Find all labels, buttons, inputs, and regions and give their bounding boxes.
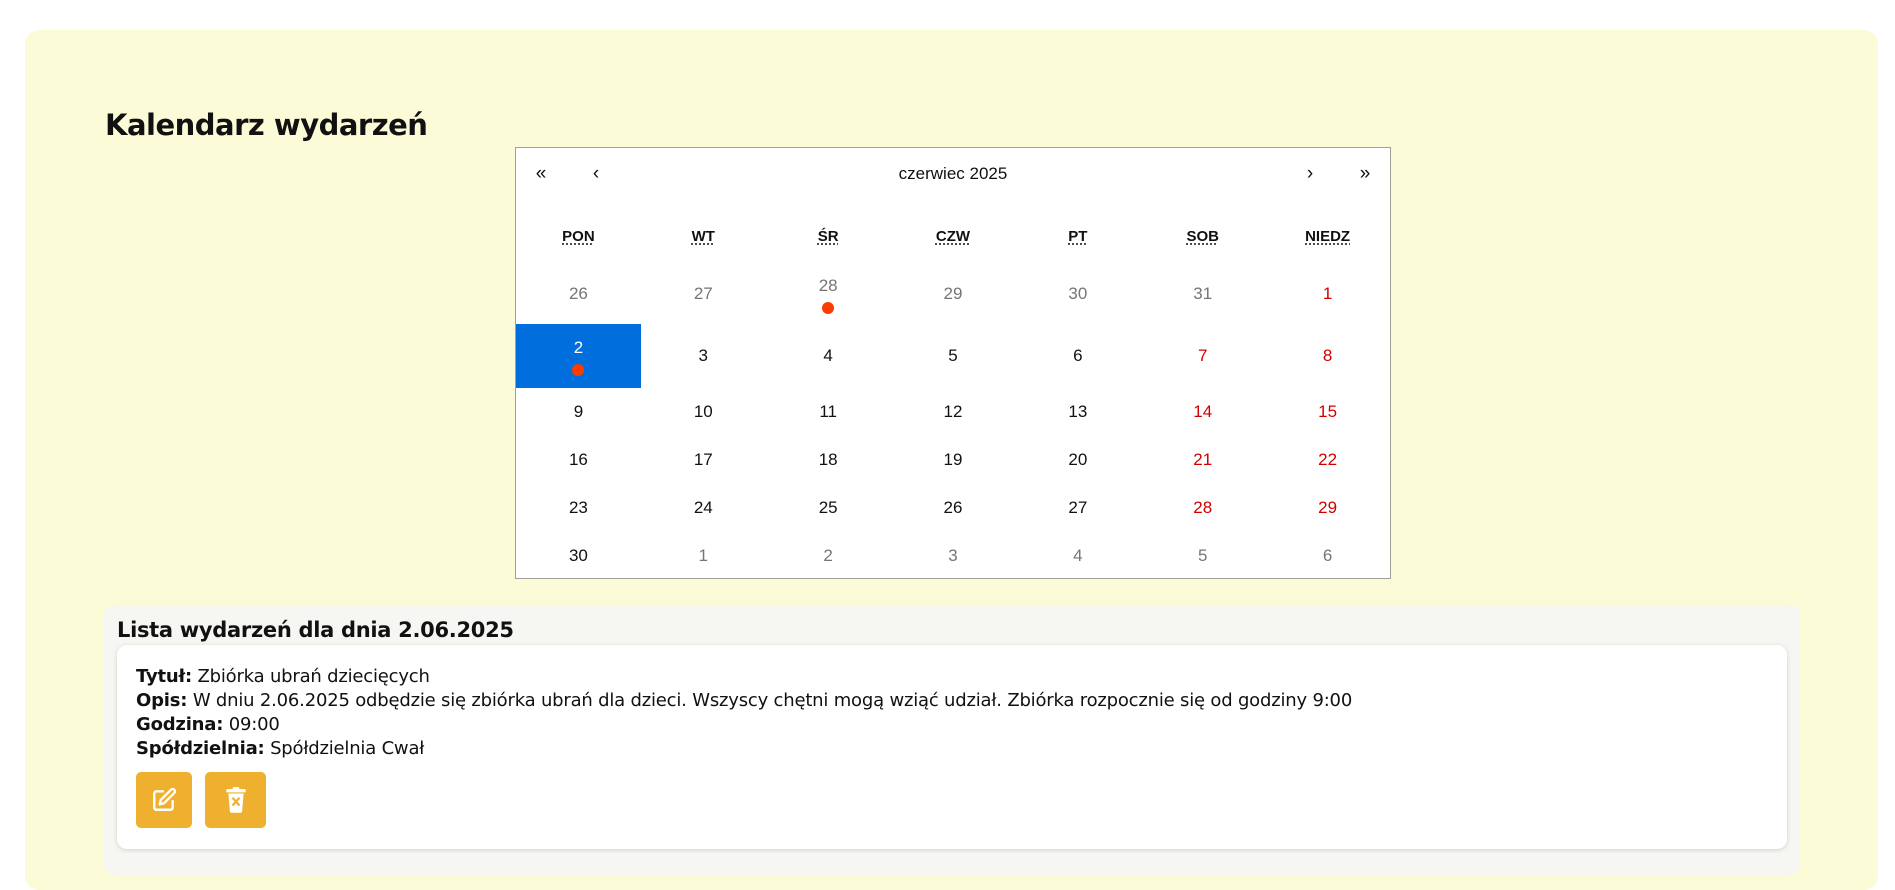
calendar-day[interactable]: 30 (516, 532, 641, 580)
calendar-day[interactable]: 24 (641, 484, 766, 532)
calendar-day[interactable]: 4 (766, 324, 891, 388)
event-description-line: Opis: W dniu 2.06.2025 odbędzie się zbió… (136, 690, 1353, 711)
calendar-day[interactable]: 27 (1015, 484, 1140, 532)
event-actions (136, 772, 266, 828)
edit-button[interactable] (136, 772, 192, 828)
calendar-day[interactable]: 9 (516, 388, 641, 436)
calendar-day[interactable]: 28 (766, 262, 891, 326)
weekday-header: PON WT ŚR CZW PT SOB NIEDZ (516, 228, 1390, 258)
event-time: 09:00 (228, 714, 280, 735)
calendar-day[interactable]: 3 (641, 324, 766, 388)
next-month-button[interactable]: › (1285, 148, 1335, 200)
calendar-day[interactable]: 4 (1015, 532, 1140, 580)
calendar-day[interactable]: 26 (891, 484, 1016, 532)
event-coop: Spółdzielnia Cwał (270, 738, 425, 759)
page-title: Kalendarz wydarzeń (105, 108, 428, 142)
event-title-line: Tytuł: Zbiórka ubrań dziecięcych (136, 666, 430, 687)
edit-icon (153, 787, 177, 811)
calendar-day[interactable]: 5 (891, 324, 1016, 388)
calendar-day[interactable]: 26 (516, 262, 641, 326)
weekday-label: PON (562, 228, 595, 245)
calendar-day[interactable]: 18 (766, 436, 891, 484)
weekday-label: NIEDZ (1305, 228, 1351, 245)
calendar-day[interactable]: 29 (891, 262, 1016, 326)
calendar-navigation: « ‹ czerwiec 2025 › » (516, 148, 1390, 200)
delete-button[interactable] (205, 772, 266, 828)
calendar-day[interactable]: 14 (1140, 388, 1265, 436)
event-coop-line: Spółdzielnia: Spółdzielnia Cwał (136, 738, 425, 759)
calendar-day[interactable]: 8 (1265, 324, 1390, 388)
calendar-day[interactable]: 3 (891, 532, 1016, 580)
weekday-label: PT (1068, 228, 1088, 245)
prev-month-button[interactable]: ‹ (571, 148, 621, 200)
event-dot (822, 302, 835, 314)
calendar-day[interactable]: 29 (1265, 484, 1390, 532)
event-title: Zbiórka ubrań dziecięcych (197, 666, 430, 687)
calendar-week: 23 24 25 26 27 28 29 (516, 484, 1390, 532)
weekday-label: CZW (935, 228, 971, 245)
events-panel: Lista wydarzeń dla dnia 2.06.2025 Tytuł:… (104, 605, 1800, 875)
prev-year-button[interactable]: « (516, 148, 566, 200)
calendar-week: 30 1 2 3 4 5 6 (516, 532, 1390, 580)
events-heading: Lista wydarzeń dla dnia 2.06.2025 (117, 618, 514, 642)
calendar-day[interactable]: 21 (1140, 436, 1265, 484)
calendar-day[interactable]: 19 (891, 436, 1016, 484)
calendar-day[interactable]: 1 (1265, 262, 1390, 326)
calendar-day[interactable]: 30 (1015, 262, 1140, 326)
calendar-day[interactable]: 17 (641, 436, 766, 484)
calendar-day[interactable]: 11 (766, 388, 891, 436)
calendar-week: 9 10 11 12 13 14 15 (516, 388, 1390, 436)
calendar-day[interactable]: 13 (1015, 388, 1140, 436)
calendar-day[interactable]: 7 (1140, 324, 1265, 388)
calendar-day[interactable]: 2 (766, 532, 891, 580)
weekday-label: WT (691, 228, 715, 245)
calendar-day[interactable]: 6 (1015, 324, 1140, 388)
weekday-label: SOB (1186, 228, 1219, 245)
calendar-week: 26 27 28 29 30 31 1 (516, 262, 1390, 326)
calendar-day[interactable]: 16 (516, 436, 641, 484)
calendar-day[interactable]: 31 (1140, 262, 1265, 326)
calendar-day[interactable]: 1 (641, 532, 766, 580)
event-dot (572, 364, 585, 376)
calendar-day[interactable]: 6 (1265, 532, 1390, 580)
event-card: Tytuł: Zbiórka ubrań dziecięcych Opis: W… (117, 645, 1787, 849)
next-year-button[interactable]: » (1340, 148, 1390, 200)
delete-icon (225, 787, 246, 813)
calendar-day[interactable]: 10 (641, 388, 766, 436)
calendar-day[interactable]: 23 (516, 484, 641, 532)
calendar-day[interactable]: 27 (641, 262, 766, 326)
weekday-label: ŚR (817, 228, 839, 245)
calendar-week: 16 17 18 19 20 21 22 (516, 436, 1390, 484)
calendar-day[interactable]: 15 (1265, 388, 1390, 436)
event-details: Tytuł: Zbiórka ubrań dziecięcych Opis: W… (136, 665, 1352, 761)
calendar: « ‹ czerwiec 2025 › » PON WT ŚR CZW PT S… (515, 147, 1391, 579)
calendar-day[interactable]: 25 (766, 484, 891, 532)
calendar-day[interactable]: 20 (1015, 436, 1140, 484)
calendar-day[interactable]: 28 (1140, 484, 1265, 532)
calendar-day[interactable]: 5 (1140, 532, 1265, 580)
calendar-day-selected[interactable]: 2 (516, 324, 641, 388)
calendar-day[interactable]: 22 (1265, 436, 1390, 484)
event-description: W dniu 2.06.2025 odbędzie się zbiórka ub… (192, 690, 1353, 711)
calendar-week: 2 3 4 5 6 7 8 (516, 324, 1390, 388)
month-label[interactable]: czerwiec 2025 (626, 148, 1280, 200)
event-time-line: Godzina: 09:00 (136, 714, 280, 735)
calendar-day[interactable]: 12 (891, 388, 1016, 436)
